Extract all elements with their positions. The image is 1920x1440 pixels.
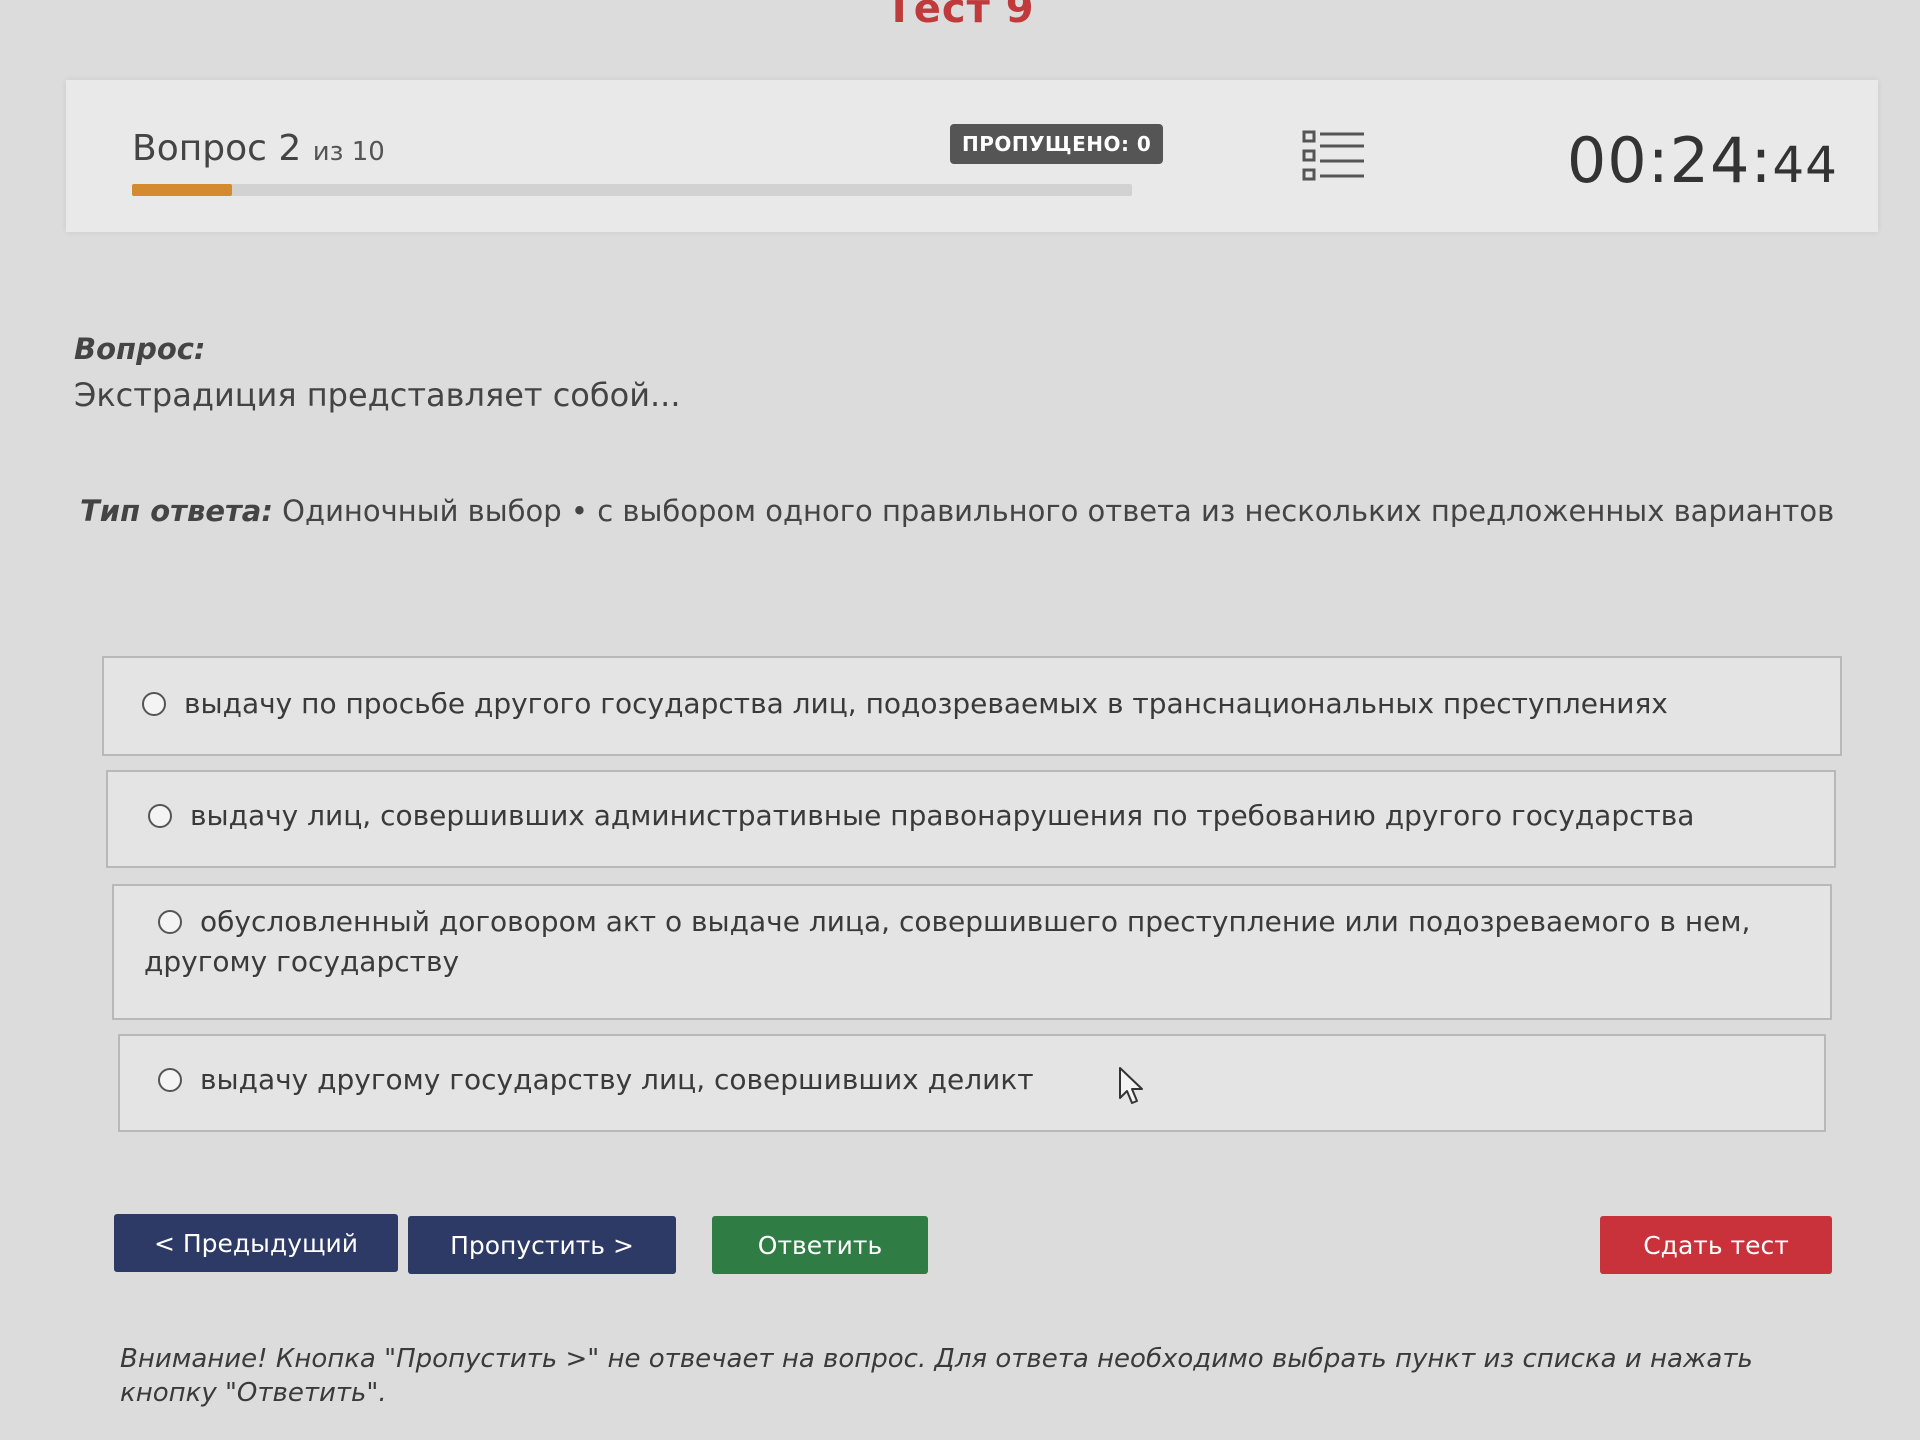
- answer-option-1[interactable]: выдачу по просьбе другого государства ли…: [102, 656, 1842, 756]
- radio-button[interactable]: [158, 1068, 182, 1092]
- timer-seconds: 44: [1772, 136, 1838, 194]
- timer: 00:24:44: [1567, 124, 1838, 197]
- answer-type-label: Тип ответа:: [80, 494, 273, 528]
- radio-button[interactable]: [158, 910, 182, 934]
- progress-bar: [132, 184, 1132, 196]
- test-header: Вопрос 2 из 10 ПРОПУЩЕНО: 0 00:24:44: [66, 80, 1878, 232]
- mouse-cursor-icon: [1119, 1067, 1143, 1104]
- answer-option-text: выдачу лиц, совершивших административные…: [190, 799, 1695, 832]
- skipped-badge: ПРОПУЩЕНО: 0: [950, 124, 1164, 164]
- answer-button[interactable]: Ответить: [712, 1216, 928, 1274]
- answer-option-text: выдачу другому государству лиц, совершив…: [200, 1063, 1034, 1096]
- previous-button[interactable]: < Предыдущий: [114, 1214, 398, 1272]
- answer-type-text: Одиночный выбор • с выбором одного прави…: [272, 494, 1835, 528]
- answer-option-2[interactable]: выдачу лиц, совершивших административные…: [106, 770, 1836, 868]
- question-counter-total: из 10: [312, 137, 385, 167]
- progress-bar-fill: [132, 184, 232, 196]
- warning-text: Внимание! Кнопка "Пропустить >" не отвеч…: [120, 1344, 1753, 1408]
- page-title: Тест 9: [885, 0, 1035, 32]
- question-counter-current: Вопрос 2: [132, 128, 302, 169]
- submit-test-button[interactable]: Сдать тест: [1600, 1216, 1832, 1274]
- radio-button[interactable]: [148, 804, 172, 828]
- answer-option-3[interactable]: обусловленный договором акт о выдаче лиц…: [112, 884, 1832, 1020]
- question-counter: Вопрос 2 из 10: [132, 128, 385, 169]
- answer-type: Тип ответа: Одиночный выбор • с выбором …: [80, 494, 1834, 528]
- answer-option-text: выдачу по просьбе другого государства ли…: [184, 687, 1668, 720]
- answer-option-text: обусловленный договором акт о выдаче лиц…: [144, 905, 1751, 978]
- question-label: Вопрос:: [74, 332, 206, 366]
- question-text: Экстрадиция представляет собой...: [74, 376, 681, 414]
- timer-main: 00:24:: [1566, 124, 1773, 197]
- list-icon[interactable]: [1302, 128, 1366, 184]
- answer-option-4[interactable]: выдачу другому государству лиц, совершив…: [118, 1034, 1826, 1132]
- radio-button[interactable]: [142, 692, 166, 716]
- skip-button[interactable]: Пропустить >: [408, 1216, 676, 1274]
